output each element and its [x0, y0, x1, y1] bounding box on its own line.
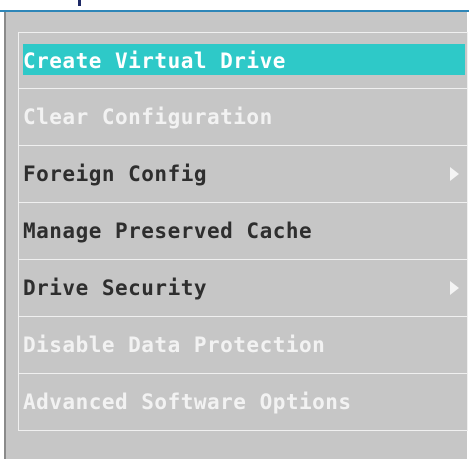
menu-item-label: Create Virtual Drive — [23, 49, 286, 73]
menu-item-drive-security[interactable]: Drive Security — [19, 260, 467, 317]
border-notch — [78, 0, 81, 6]
menu-item-disable-data-protection[interactable]: Disable Data Protection — [19, 317, 467, 374]
submenu-arrow-icon — [450, 167, 459, 181]
menu-item-label: Advanced Software Options — [23, 390, 352, 414]
menu-item-clear-configuration[interactable]: Clear Configuration — [19, 89, 467, 146]
context-menu: Create Virtual Drive Clear Configuration… — [4, 12, 468, 459]
menu-item-advanced-software-options[interactable]: Advanced Software Options — [19, 374, 467, 431]
menu-item-label: Disable Data Protection — [23, 333, 326, 357]
menu-item-create-virtual-drive[interactable]: Create Virtual Drive — [19, 33, 467, 89]
menu-item-manage-preserved-cache[interactable]: Manage Preserved Cache — [19, 203, 467, 260]
menu-item-label: Clear Configuration — [23, 105, 273, 129]
menu-list: Create Virtual Drive Clear Configuration… — [18, 32, 468, 431]
menu-item-label: Drive Security — [23, 276, 208, 300]
submenu-arrow-icon — [450, 281, 459, 295]
menu-item-label: Manage Preserved Cache — [23, 219, 313, 243]
menu-item-foreign-config[interactable]: Foreign Config — [19, 146, 467, 203]
menu-item-label: Foreign Config — [23, 162, 208, 186]
